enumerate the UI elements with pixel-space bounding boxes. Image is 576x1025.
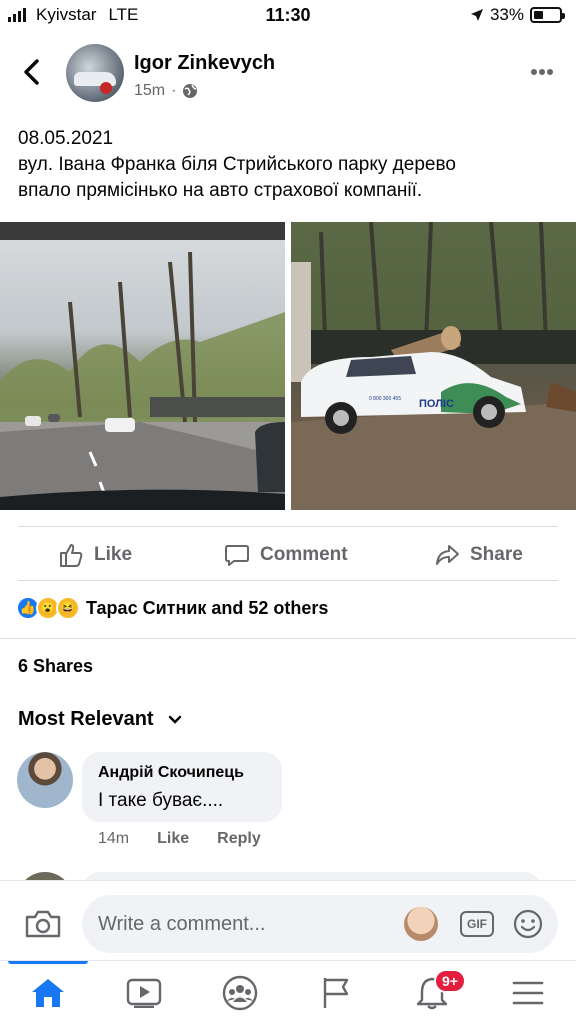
battery-icon <box>530 7 565 23</box>
car-phone-label: 0 800 300 455 <box>369 396 401 402</box>
comment-input[interactable]: Write a comment... GIF <box>82 895 558 953</box>
notifications-badge: 9+ <box>434 969 466 993</box>
status-bar: Kyivstar LTE 11:30 33% <box>0 0 576 32</box>
camera-icon[interactable] <box>24 909 62 939</box>
sort-label: Most Relevant <box>18 708 154 730</box>
chevron-down-icon <box>168 715 181 724</box>
post-photo-car[interactable]: ПОЛІС 0 800 300 455 <box>291 222 576 510</box>
share-button[interactable]: Share <box>434 530 523 580</box>
reactions-summary[interactable]: 👍 😮 😆 Тарас Ситник and 52 others <box>16 596 328 620</box>
comment-label: Comment <box>260 544 348 565</box>
tab-notifications[interactable]: 9+ <box>384 961 480 1025</box>
shares-count[interactable]: 6 Shares <box>18 656 93 677</box>
comment-icon <box>225 545 249 566</box>
post-photo-street[interactable] <box>0 222 285 510</box>
gif-button[interactable]: GIF <box>460 911 494 937</box>
location-icon <box>470 9 483 21</box>
divider <box>0 638 576 639</box>
thumbs-up-icon <box>60 544 83 567</box>
car-brand-label: ПОЛІС <box>419 398 454 410</box>
post-time[interactable]: 15m <box>134 82 165 100</box>
divider <box>18 580 558 581</box>
like-label: Like <box>94 544 133 565</box>
groups-icon <box>222 975 258 1011</box>
haha-reaction-icon: 😆 <box>56 596 80 620</box>
post-body-line2: впало прямісінько на авто страхової комп… <box>18 180 423 201</box>
comment-placeholder: Write a comment... <box>98 913 266 935</box>
share-icon <box>436 545 459 565</box>
comment-meta: 14m Like Reply <box>98 830 261 848</box>
comment-sort[interactable]: Most Relevant <box>18 708 182 731</box>
comment-bubble[interactable]: Андрій Скочипець І таке буває.... <box>82 752 282 822</box>
commenter-avatar[interactable] <box>17 752 73 808</box>
comment-button[interactable]: Comment <box>224 530 348 580</box>
status-right: 33% <box>470 5 565 25</box>
more-options-icon[interactable] <box>530 68 554 76</box>
comment-time: 14m <box>98 830 130 847</box>
street-scene <box>0 222 285 510</box>
post-date: 08.05.2021 <box>18 128 114 149</box>
back-icon[interactable] <box>22 58 40 86</box>
home-icon <box>32 979 64 1007</box>
post-header: Igor Zinkevych 15m · <box>0 32 576 112</box>
tab-home[interactable] <box>0 961 96 1025</box>
emoji-icon[interactable] <box>512 908 544 940</box>
globe-icon <box>183 84 198 98</box>
tab-watch[interactable] <box>96 961 192 1025</box>
post-actions: Like Comment Share <box>0 530 576 580</box>
tab-menu[interactable] <box>480 961 576 1025</box>
divider <box>18 526 558 527</box>
menu-icon <box>512 981 544 1005</box>
tab-groups[interactable] <box>192 961 288 1025</box>
car-scene: ПОЛІС 0 800 300 455 <box>291 222 576 510</box>
battery-percent: 33% <box>489 5 524 24</box>
avatar-sticker-icon[interactable] <box>404 907 438 941</box>
comment-reply-button[interactable]: Reply <box>217 830 261 848</box>
post-text: 08.05.2021 вул. Івана Франка біля Стрийс… <box>18 126 558 204</box>
post-body-line1: вул. Івана Франка біля Стрийського парку… <box>18 154 456 175</box>
video-icon <box>126 978 162 1008</box>
share-label: Share <box>470 544 523 565</box>
tab-pages[interactable] <box>288 961 384 1025</box>
post-meta: 15m · <box>134 82 198 100</box>
bottom-tab-bar: 9+ <box>0 960 576 1024</box>
reactions-text: Тарас Ситник and 52 others <box>86 597 329 618</box>
flag-icon <box>323 978 349 1008</box>
comment-text: І таке буває.... <box>98 790 224 811</box>
commenter-name[interactable]: Андрій Скочипець <box>98 764 266 782</box>
author-name[interactable]: Igor Zinkevych <box>134 52 275 75</box>
like-button[interactable]: Like <box>58 530 132 580</box>
comment-like-button[interactable]: Like <box>157 830 189 848</box>
comment-composer: Write a comment... GIF <box>0 880 576 960</box>
author-avatar[interactable] <box>66 44 124 102</box>
